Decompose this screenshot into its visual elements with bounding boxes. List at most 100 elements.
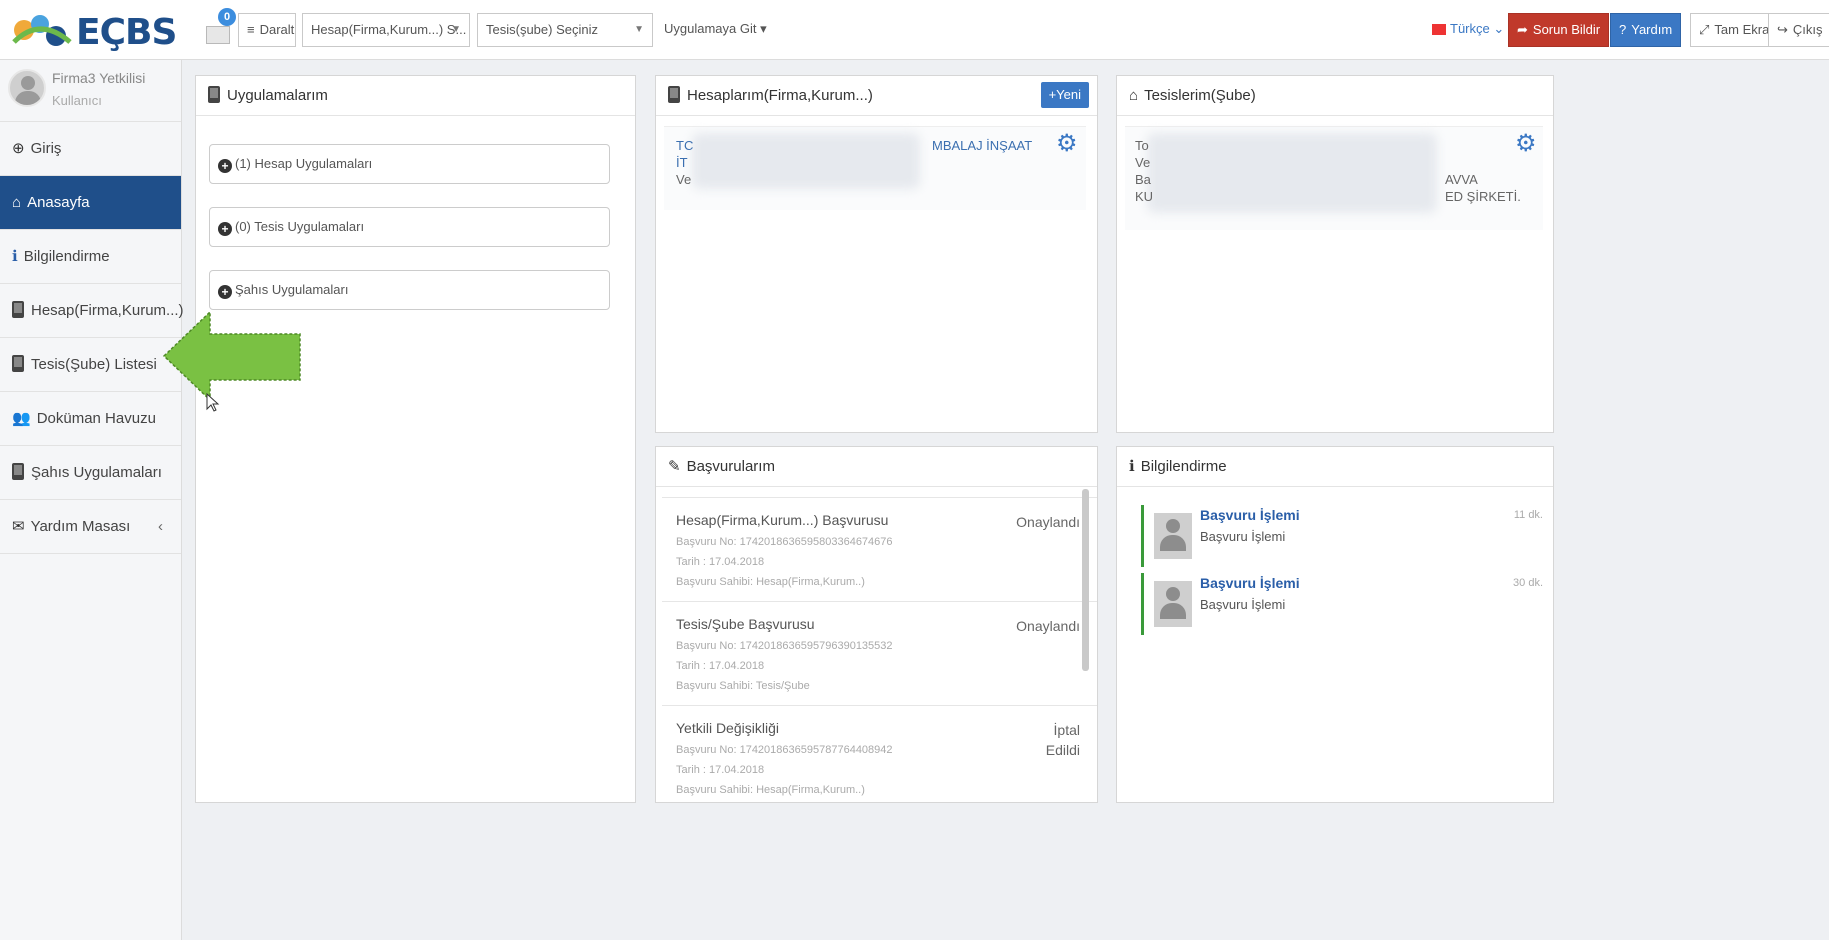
account-select-value: Hesap(Firma,Kurum...) S... — [311, 22, 467, 37]
panel-title: Başvurularım — [686, 458, 775, 475]
notification-desc: Başvuru İşlemi — [1200, 529, 1286, 544]
report-issue-label: Sorun Bildir — [1532, 22, 1601, 37]
notification-title[interactable]: Başvuru İşlemi — [1200, 575, 1300, 591]
sidebar: Firma3 Yetkilisi Kullanıcı ⊕ Giriş ⌂ Anasa… — [0, 60, 184, 940]
application-title: Yetkili Değişikliği — [676, 720, 779, 736]
info-icon: ℹ — [12, 248, 18, 265]
collapse-label: Daralt — [259, 22, 295, 37]
sidebar-item-label: Doküman Havuzu — [36, 410, 156, 427]
help-button[interactable]: ? Yardım — [1610, 13, 1682, 47]
account-apps-accordion[interactable]: + (1) Hesap Uygulamaları — [209, 144, 610, 184]
gear-icon[interactable]: ⚙ — [1515, 132, 1537, 156]
panel-title: Uygulamalarım — [227, 87, 328, 104]
notification-item[interactable]: Başvuru İşlemi Başvuru İşlemi 30 dk. — [1141, 573, 1551, 635]
branch-apps-accordion[interactable]: + (0) Tesis Uygulamaları — [209, 207, 610, 247]
sign-out-icon: ↪ — [1777, 22, 1788, 37]
new-account-button[interactable]: +Yeni — [1040, 82, 1089, 108]
language-label: Türkçe — [1450, 21, 1490, 36]
logo-text: EÇBS — [76, 12, 177, 53]
redacted-text — [1147, 133, 1437, 213]
sidebar-item-helpdesk[interactable]: ✉ Yardım Masası ‹ — [0, 500, 181, 554]
notification-time: 30 dk. — [1513, 577, 1543, 589]
sidebar-item-label: Hesap(Firma,Kurum...) — [31, 302, 184, 319]
application-date: Tarih : 17.04.2018 — [676, 660, 765, 672]
turkish-flag-icon — [1432, 24, 1446, 36]
goto-app-dropdown[interactable]: Uygulamaya Git ▾ — [656, 13, 775, 47]
application-status: İptal Edildi — [1046, 720, 1080, 760]
messages-button[interactable]: 0 — [204, 8, 236, 46]
phone-icon — [208, 86, 220, 103]
personal-apps-accordion[interactable]: + Şahıs Uygulamaları — [209, 270, 610, 310]
scrollbar-thumb[interactable] — [1082, 489, 1089, 671]
application-item[interactable]: Hesap(Firma,Kurum...) Başvurusu Onayland… — [662, 497, 1097, 603]
status-line: Edildi — [1045, 742, 1080, 758]
notification-item[interactable]: Başvuru İşlemi Başvuru İşlemi 11 dk. — [1141, 505, 1551, 567]
panel-title: Tesislerim(Şube) — [1144, 87, 1256, 104]
logout-label: Çıkış — [1792, 22, 1823, 37]
notification-title[interactable]: Başvuru İşlemi — [1200, 507, 1300, 523]
share-icon: ➦ — [1517, 22, 1528, 37]
branch-card-text: AVVA — [1445, 172, 1478, 187]
sidebar-item-branch-list[interactable]: Tesis(Şube) Listesi — [0, 338, 181, 392]
sidebar-item-label: Giriş — [30, 140, 62, 157]
sidebar-item-home[interactable]: ⌂ Anasayfa — [0, 176, 181, 230]
report-issue-button[interactable]: ➦ Sorun Bildir — [1508, 13, 1610, 47]
logout-button[interactable]: ↪ Çıkış — [1768, 13, 1829, 47]
application-date: Tarih : 17.04.2018 — [676, 764, 765, 776]
green-arrow-annotation — [162, 310, 301, 402]
gear-icon[interactable]: ⚙ — [1056, 132, 1078, 156]
sidebar-item-login[interactable]: ⊕ Giriş — [0, 122, 181, 176]
question-circle-icon: ? — [1619, 22, 1627, 37]
app-logo[interactable]: EÇBS — [10, 6, 180, 54]
sidebar-item-label: Tesis(Şube) Listesi — [31, 356, 157, 373]
user-role: Kullanıcı — [52, 93, 102, 108]
sidebar-item-label: Şahıs Uygulamaları — [31, 464, 162, 481]
phone-icon — [12, 463, 24, 480]
avatar — [1154, 581, 1192, 627]
caret-down-icon: ▼ — [451, 24, 461, 35]
account-select[interactable]: Hesap(Firma,Kurum...) S... ▼ — [302, 13, 470, 47]
panel-title: Bilgilendirme — [1140, 458, 1227, 475]
sidebar-item-info[interactable]: ℹ Bilgilendirme — [0, 230, 181, 284]
mouse-cursor-icon — [206, 393, 220, 412]
account-card-text: Ve — [676, 172, 692, 187]
application-item[interactable]: Tesis/Şube Başvurusu Onaylandı Başvuru N… — [662, 601, 1097, 707]
phone-icon — [12, 355, 24, 372]
sidebar-item-accounts[interactable]: Hesap(Firma,Kurum...) — [0, 284, 184, 338]
plus-circle-icon: + — [218, 159, 232, 173]
chevron-left-icon: ‹ — [158, 518, 163, 535]
collapse-sidebar-button[interactable]: ≡ Daralt — [238, 13, 296, 47]
notification-desc: Başvuru İşlemi — [1200, 597, 1286, 612]
branch-select[interactable]: Tesis(şube) Seçiniz ▼ — [477, 13, 653, 47]
sidebar-item-label: Anasayfa — [27, 194, 90, 211]
sidebar-item-label: Bilgilendirme — [23, 248, 110, 265]
sidebar-item-personal-apps[interactable]: Şahıs Uygulamaları — [0, 446, 181, 500]
my-branches-panel: ⌂ Tesislerim(Şube) To Ve Ba AVVA KU ED Şİ… — [1116, 75, 1554, 433]
application-owner: Başvuru Sahibi: Hesap(Firma,Kurum..) — [676, 576, 865, 588]
my-apps-panel: Uygulamalarım + (1) Hesap Uygulamaları +(… — [195, 75, 636, 803]
my-accounts-panel: Hesaplarım(Firma,Kurum...) +Yeni TC MBAL… — [655, 75, 1098, 433]
application-number: Başvuru No: 174201863659578776440894​2 — [676, 744, 893, 756]
panel-header: ✎ Başvurularım — [656, 447, 1097, 487]
info-circle-icon: ℹ — [1129, 458, 1135, 475]
new-button-label: Yeni — [1056, 87, 1081, 102]
caret-down-icon: ▼ — [634, 24, 644, 35]
plus-circle-icon: + — [218, 222, 232, 236]
goto-app-label: Uygulamaya Git — [664, 21, 757, 36]
application-date: Tarih : 17.04.2018 — [676, 556, 765, 568]
user-profile[interactable]: Firma3 Yetkilisi Kullanıcı — [0, 60, 181, 122]
branch-card[interactable]: To Ve Ba AVVA KU ED ŞİRKETİ. ⚙ — [1125, 126, 1543, 230]
panel-header: Uygulamalarım — [196, 76, 635, 116]
language-dropdown[interactable]: Türkçe ⌄ — [1424, 13, 1513, 47]
branch-select-value: Tesis(şube) Seçiniz — [486, 22, 598, 37]
sidebar-item-documents[interactable]: 👥 Doküman Havuzu — [0, 392, 181, 446]
account-card-text: İT — [676, 155, 688, 170]
application-title: Hesap(Firma,Kurum...) Başvurusu — [676, 512, 889, 528]
bars-icon: ≡ — [247, 22, 255, 37]
branch-card-text: To — [1135, 138, 1149, 153]
application-item[interactable]: Yetkili Değişikliği İptal Edildi Başvuru … — [662, 705, 1097, 802]
account-card[interactable]: TC MBALAJ İNŞAAT İT Ve ⚙ — [664, 126, 1086, 210]
application-status: Onaylandı — [1016, 514, 1080, 530]
application-owner: Başvuru Sahibi: Hesap(Firma,Kurum..) — [676, 784, 865, 796]
application-title: Tesis/Şube Başvurusu — [676, 616, 815, 632]
